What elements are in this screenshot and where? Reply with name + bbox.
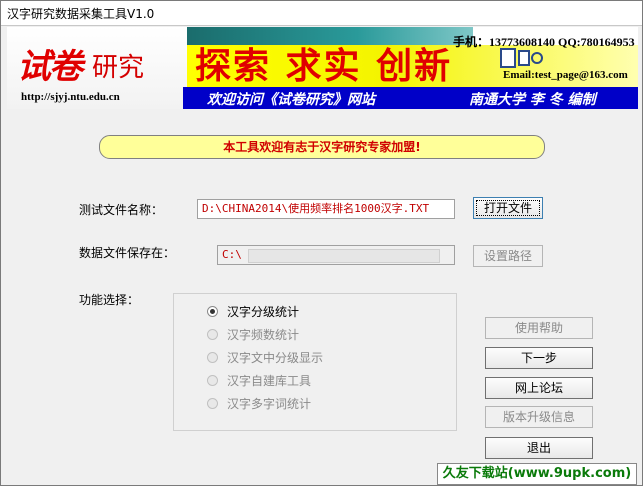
test-file-path-field[interactable]: D:\CHINA2014\使用频率排名1000汉字.TXT (197, 199, 455, 219)
open-file-button[interactable]: 打开文件 (473, 197, 543, 219)
site-url: http://sjyj.ntu.edu.cn (21, 91, 120, 103)
data-file-path-field: C:\ (217, 245, 455, 265)
slogan: 探索 求实 创新 (195, 45, 453, 87)
help-button: 使用帮助 (485, 317, 593, 339)
path-field-inset (248, 249, 440, 263)
contact-phone: 手机：13773608140 QQ:780164953 (453, 35, 635, 49)
author-text: 南通大学 李 冬 编制 (469, 92, 596, 108)
function-select-label: 功能选择： (79, 293, 140, 307)
version-upgrade-button: 版本升级信息 (485, 406, 593, 428)
radio-option-label: 汉字频数统计 (227, 328, 300, 342)
logo-sub: 研究 (92, 53, 145, 83)
radio-disabled-icon (207, 352, 218, 363)
radio-option-label: 汉字多字词统计 (227, 397, 312, 411)
notice-banner: 本工具欢迎有志于汉字研究专家加盟! (99, 135, 545, 159)
window-title: 汉字研究数据采集工具V1.0 (7, 7, 155, 21)
data-file-label: 数据文件保存在： (79, 246, 176, 260)
radio-disabled-icon (207, 398, 218, 409)
test-file-label: 测试文件名称： (79, 203, 164, 217)
next-step-button[interactable]: 下一步 (485, 347, 593, 369)
radio-disabled-icon (207, 375, 218, 386)
exit-button[interactable]: 退出 (485, 437, 593, 459)
radio-option-label: 汉字文中分级显示 (227, 351, 324, 365)
radio-disabled-icon (207, 329, 218, 340)
app-window: 汉字研究数据采集工具V1.0 试卷 研究 http://sjyj.ntu.edu… (0, 0, 643, 486)
watermark: 久友下载站(www.9upk.com) (437, 463, 637, 485)
data-file-path-text: C:\ (222, 248, 242, 261)
header-banner: 试卷 研究 http://sjyj.ntu.edu.cn 探索 求实 创新 手机… (7, 27, 638, 109)
contact-email: Email:test_page@163.com (503, 69, 628, 81)
online-forum-button[interactable]: 网上论坛 (485, 377, 593, 399)
logo-main: 试卷 (17, 47, 83, 87)
title-bar: 汉字研究数据采集工具V1.0 (1, 1, 642, 26)
radio-selected-icon (207, 306, 218, 317)
emblem-icon (500, 48, 543, 68)
welcome-text: 欢迎访问《试卷研究》网站 (207, 92, 375, 108)
radio-option-label: 汉字自建库工具 (227, 374, 312, 388)
radio-option-label: 汉字分级统计 (227, 305, 300, 319)
set-path-button: 设置路径 (473, 245, 543, 267)
